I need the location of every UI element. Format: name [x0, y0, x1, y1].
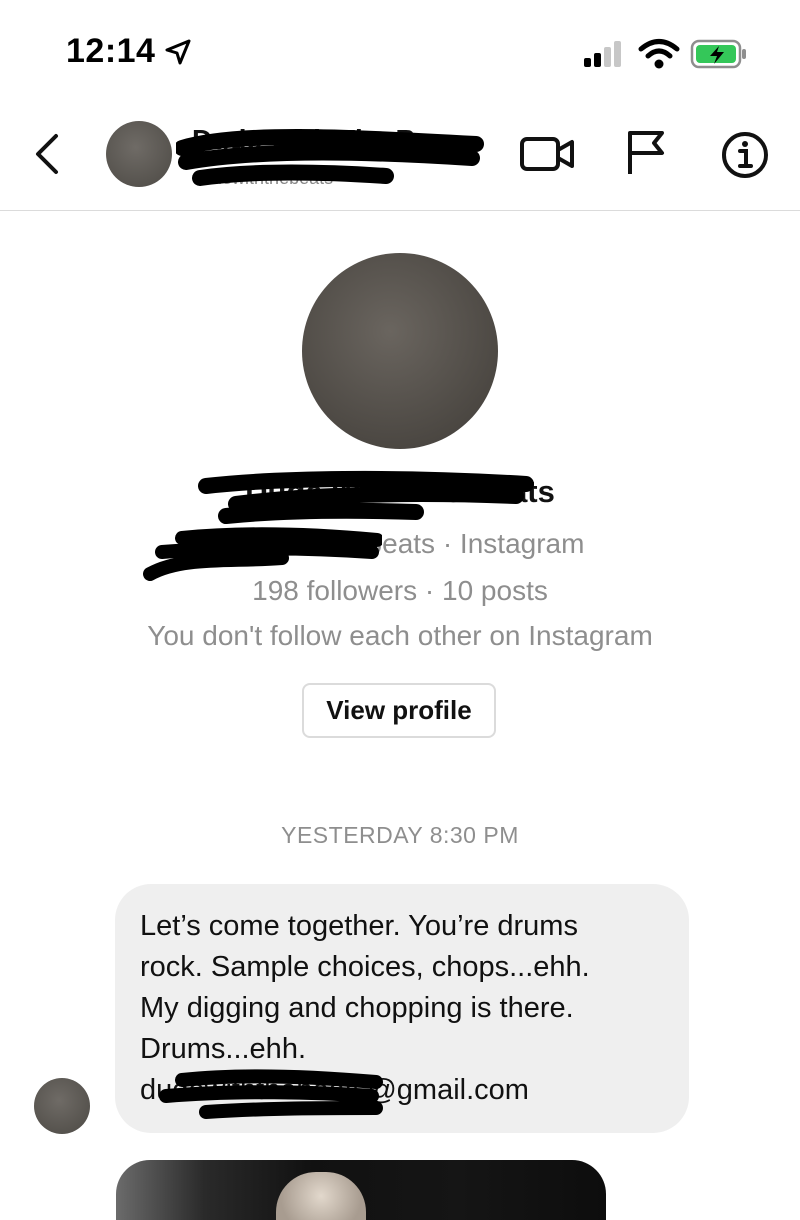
- back-button[interactable]: [30, 132, 66, 176]
- message-bubble[interactable]: Let’s come together. You’re drums rock. …: [115, 884, 689, 1133]
- wifi-icon: [638, 39, 680, 69]
- location-arrow-icon: [165, 39, 191, 65]
- view-profile-button[interactable]: View profile: [302, 683, 496, 738]
- profile-avatar[interactable]: [302, 253, 498, 449]
- conversation-username[interactable]: dudewiththebeats: [192, 168, 333, 189]
- message-email: dudewiththebeats@gmail.com: [140, 1074, 529, 1106]
- conversation-title[interactable]: Dude With The B...: [192, 124, 439, 156]
- message-line: Let’s come together. You’re drums: [140, 910, 578, 942]
- battery-charging-icon: [690, 39, 746, 69]
- video-call-button[interactable]: [518, 132, 576, 176]
- info-button[interactable]: [720, 130, 770, 180]
- photo-content: [276, 1172, 366, 1220]
- message-line: Drums...ehh.: [140, 1033, 306, 1065]
- header-divider: [0, 210, 800, 211]
- status-time: 12:14: [66, 32, 156, 70]
- message-timestamp: YESTERDAY 8:30 PM: [281, 822, 519, 848]
- cellular-signal-icon: [584, 41, 621, 67]
- report-flag-button[interactable]: [624, 128, 668, 178]
- photo-message[interactable]: [116, 1160, 606, 1220]
- header-avatar[interactable]: [106, 121, 172, 187]
- message-line: rock. Sample choices, chops...ehh.: [140, 951, 590, 983]
- profile-name: Dude With The Beats: [245, 474, 555, 509]
- message-line: My digging and chopping is there.: [140, 992, 574, 1024]
- profile-stats: 198 followers · 10 posts: [252, 575, 548, 606]
- profile-handle: dudewiththebeats · Instagram: [215, 528, 585, 559]
- sender-avatar[interactable]: [34, 1078, 90, 1134]
- follow-status-note: You don't follow each other on Instagram: [147, 620, 653, 651]
